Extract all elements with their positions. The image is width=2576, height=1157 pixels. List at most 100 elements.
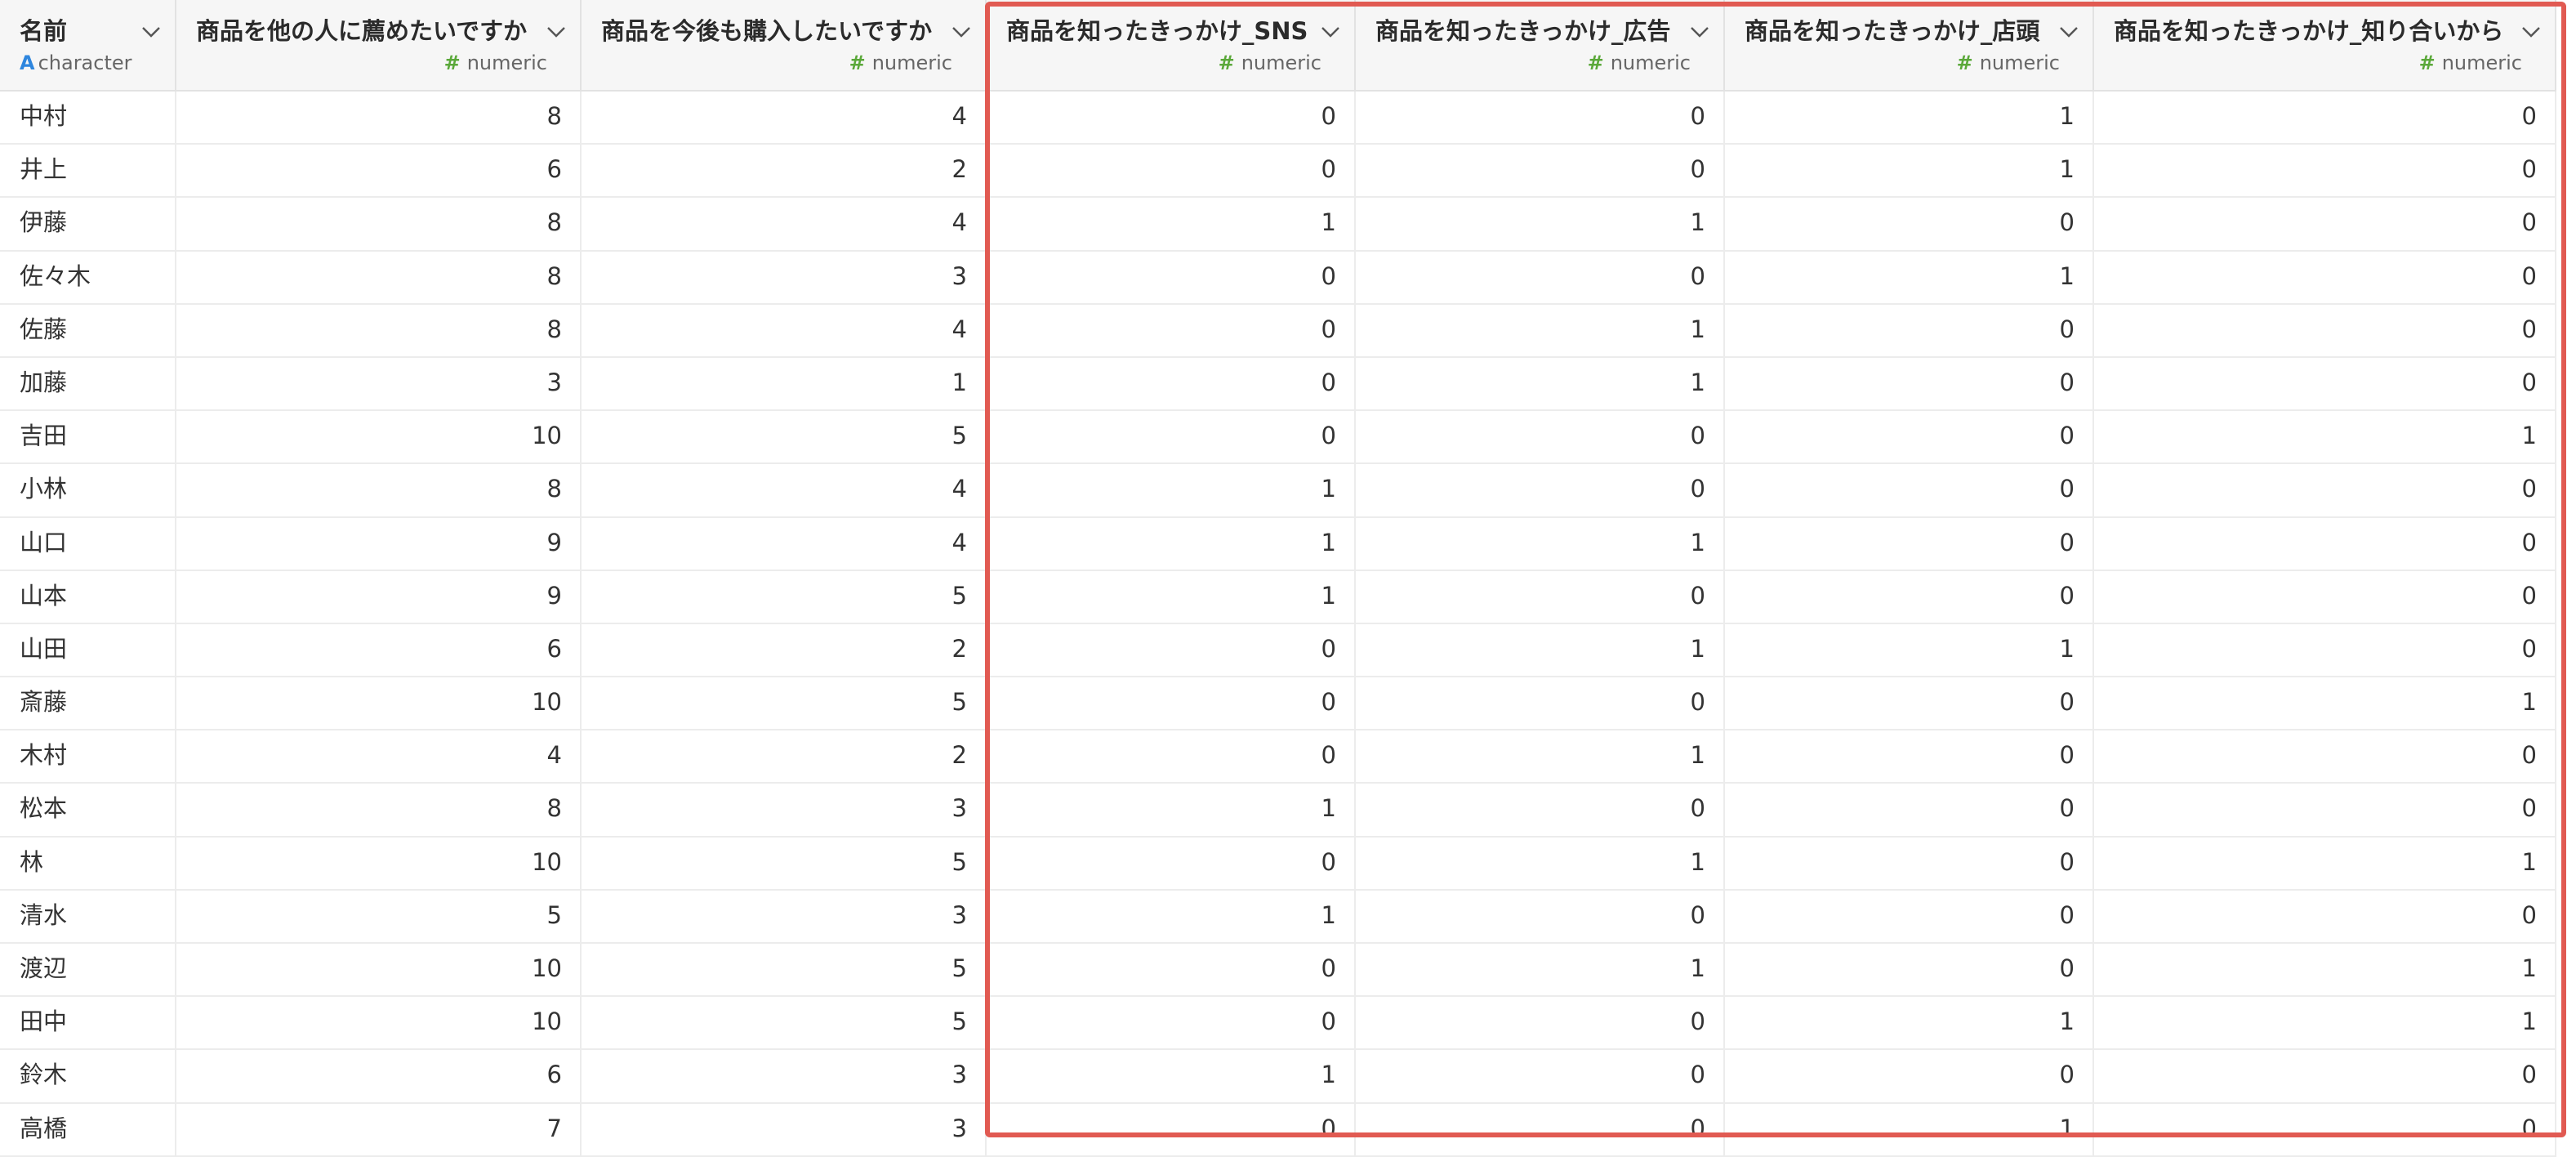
table-cell[interactable]: 0 bbox=[2094, 1103, 2556, 1155]
column-header-6[interactable]: 商品を知ったきっかけ_知り合いから # numeric bbox=[2094, 0, 2556, 90]
table-cell[interactable]: 0 bbox=[987, 837, 1356, 889]
table-cell[interactable]: 0 bbox=[1725, 730, 2094, 783]
table-cell[interactable]: 10 bbox=[176, 944, 582, 996]
column-header-5[interactable]: 商品を知ったきっかけ_店頭 # numeric bbox=[1725, 0, 2094, 90]
table-cell[interactable]: 1 bbox=[1725, 1103, 2094, 1155]
table-row[interactable]: 井上 6 2 0 0 1 0 bbox=[0, 145, 2556, 199]
table-cell[interactable]: 1 bbox=[1356, 837, 1725, 889]
table-row[interactable]: 山口 9 4 1 1 0 0 bbox=[0, 517, 2556, 571]
table-cell[interactable]: 佐々木 bbox=[0, 251, 176, 303]
table-cell[interactable]: 0 bbox=[1725, 464, 2094, 516]
table-row[interactable]: 佐藤 8 4 0 1 0 0 bbox=[0, 304, 2556, 358]
table-cell[interactable]: 木村 bbox=[0, 730, 176, 783]
table-cell[interactable]: 伊藤 bbox=[0, 198, 176, 250]
table-cell[interactable]: 3 bbox=[582, 784, 987, 836]
table-cell[interactable]: 高橋 bbox=[0, 1103, 176, 1155]
table-cell[interactable]: 井上 bbox=[0, 145, 176, 197]
table-cell[interactable]: 0 bbox=[2094, 198, 2556, 250]
table-cell[interactable]: 1 bbox=[987, 784, 1356, 836]
table-cell[interactable]: 1 bbox=[1725, 251, 2094, 303]
table-cell[interactable]: 小林 bbox=[0, 464, 176, 516]
chevron-down-icon[interactable] bbox=[1320, 21, 1341, 42]
table-cell[interactable]: 5 bbox=[582, 411, 987, 463]
table-cell[interactable]: 0 bbox=[1725, 517, 2094, 570]
table-cell[interactable]: 0 bbox=[987, 304, 1356, 356]
table-cell[interactable]: 10 bbox=[176, 677, 582, 730]
table-cell[interactable]: 0 bbox=[1356, 145, 1725, 197]
column-header-2[interactable]: 商品を今後も購入したいですか # numeric bbox=[582, 0, 987, 90]
table-cell[interactable]: 4 bbox=[582, 517, 987, 570]
column-header-4[interactable]: 商品を知ったきっかけ_広告 # numeric bbox=[1356, 0, 1725, 90]
table-row[interactable]: 高橋 7 3 0 0 1 0 bbox=[0, 1103, 2556, 1157]
chevron-down-icon[interactable] bbox=[1689, 21, 1710, 42]
table-cell[interactable]: 9 bbox=[176, 570, 582, 623]
table-cell[interactable]: 8 bbox=[176, 251, 582, 303]
table-cell[interactable]: 鈴木 bbox=[0, 1050, 176, 1102]
table-cell[interactable]: 0 bbox=[987, 730, 1356, 783]
table-row[interactable]: 松本 8 3 1 0 0 0 bbox=[0, 784, 2556, 838]
chevron-down-icon[interactable] bbox=[2058, 21, 2079, 42]
table-cell[interactable]: 0 bbox=[2094, 92, 2556, 144]
table-row[interactable]: 山本 9 5 1 0 0 0 bbox=[0, 570, 2556, 624]
table-row[interactable]: 林 10 5 0 1 0 1 bbox=[0, 837, 2556, 891]
table-cell[interactable]: 1 bbox=[987, 1050, 1356, 1102]
table-cell[interactable]: 6 bbox=[176, 145, 582, 197]
table-cell[interactable]: 渡辺 bbox=[0, 944, 176, 996]
chevron-down-icon[interactable] bbox=[951, 21, 972, 42]
table-cell[interactable]: 5 bbox=[582, 837, 987, 889]
table-cell[interactable]: 0 bbox=[987, 997, 1356, 1049]
table-cell[interactable]: 0 bbox=[2094, 784, 2556, 836]
table-cell[interactable]: 4 bbox=[176, 730, 582, 783]
column-header-3[interactable]: 商品を知ったきっかけ_SNS # numeric bbox=[987, 0, 1356, 90]
table-cell[interactable]: 1 bbox=[987, 464, 1356, 516]
table-row[interactable]: 中村 8 4 0 0 1 0 bbox=[0, 92, 2556, 145]
table-cell[interactable]: 0 bbox=[987, 677, 1356, 730]
table-cell[interactable]: 0 bbox=[2094, 890, 2556, 942]
table-cell[interactable]: 0 bbox=[2094, 517, 2556, 570]
table-cell[interactable]: 中村 bbox=[0, 92, 176, 144]
table-cell[interactable]: 山田 bbox=[0, 623, 176, 677]
table-cell[interactable]: 0 bbox=[1356, 997, 1725, 1049]
table-cell[interactable]: 5 bbox=[582, 997, 987, 1049]
table-cell[interactable]: 0 bbox=[1356, 1103, 1725, 1155]
table-cell[interactable]: 4 bbox=[582, 464, 987, 516]
table-cell[interactable]: 1 bbox=[2094, 411, 2556, 463]
table-cell[interactable]: 山本 bbox=[0, 570, 176, 623]
table-cell[interactable]: 0 bbox=[987, 251, 1356, 303]
table-row[interactable]: 斎藤 10 5 0 0 0 1 bbox=[0, 677, 2556, 731]
table-cell[interactable]: 6 bbox=[176, 1050, 582, 1102]
table-cell[interactable]: 0 bbox=[2094, 251, 2556, 303]
table-cell[interactable]: 0 bbox=[1725, 784, 2094, 836]
table-cell[interactable]: 0 bbox=[987, 1103, 1356, 1155]
table-row[interactable]: 清水 5 3 1 0 0 0 bbox=[0, 890, 2556, 944]
table-row[interactable]: 加藤 3 1 0 1 0 0 bbox=[0, 357, 2556, 412]
table-cell[interactable]: 6 bbox=[176, 623, 582, 677]
table-cell[interactable]: 1 bbox=[1725, 623, 2094, 677]
table-cell[interactable]: 4 bbox=[582, 198, 987, 250]
chevron-down-icon[interactable] bbox=[546, 21, 567, 42]
table-cell[interactable]: 0 bbox=[1356, 677, 1725, 730]
table-cell[interactable]: 3 bbox=[582, 890, 987, 942]
table-row[interactable]: 伊藤 8 4 1 1 0 0 bbox=[0, 198, 2556, 252]
table-cell[interactable]: 1 bbox=[1356, 357, 1725, 410]
table-cell[interactable]: 0 bbox=[987, 145, 1356, 197]
table-cell[interactable]: 4 bbox=[582, 92, 987, 144]
table-cell[interactable]: 松本 bbox=[0, 784, 176, 836]
table-cell[interactable]: 加藤 bbox=[0, 357, 176, 410]
table-row[interactable]: 吉田 10 5 0 0 0 1 bbox=[0, 411, 2556, 465]
table-cell[interactable]: 1 bbox=[987, 198, 1356, 250]
table-cell[interactable]: 5 bbox=[582, 677, 987, 730]
table-cell[interactable]: 0 bbox=[1725, 198, 2094, 250]
table-cell[interactable]: 8 bbox=[176, 198, 582, 250]
table-cell[interactable]: 0 bbox=[987, 92, 1356, 144]
table-row[interactable]: 鈴木 6 3 1 0 0 0 bbox=[0, 1050, 2556, 1104]
table-cell[interactable]: 0 bbox=[1356, 92, 1725, 144]
column-header-0[interactable]: 名前 Acharacter bbox=[0, 0, 176, 90]
chevron-down-icon[interactable] bbox=[2520, 21, 2542, 42]
table-cell[interactable]: 10 bbox=[176, 997, 582, 1049]
table-cell[interactable]: 2 bbox=[582, 623, 987, 677]
table-cell[interactable]: 0 bbox=[1356, 570, 1725, 623]
table-cell[interactable]: 0 bbox=[1725, 677, 2094, 730]
table-cell[interactable]: 0 bbox=[1356, 251, 1725, 303]
table-cell[interactable]: 1 bbox=[582, 357, 987, 410]
